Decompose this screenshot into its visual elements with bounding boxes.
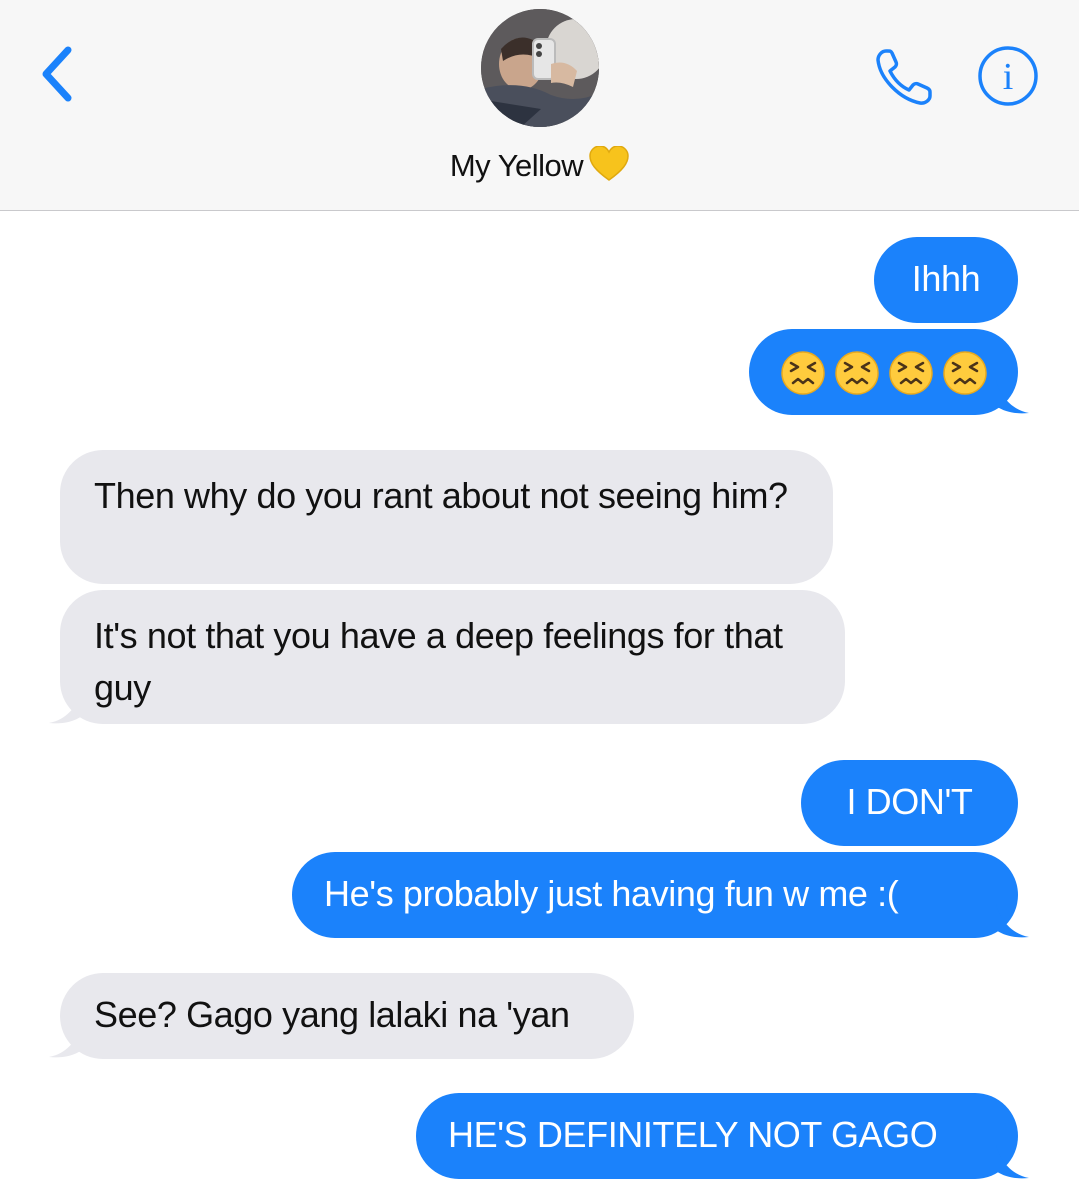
message-bubble-received[interactable]: It's not that you have a deep feelings f…	[60, 590, 845, 724]
contact-name[interactable]: My Yellow	[0, 145, 1079, 190]
message-text: Then why do you rant about not seeing hi…	[94, 475, 788, 516]
message-bubble-sent[interactable]: He's probably just having fun w me :(	[292, 852, 1018, 938]
back-button[interactable]	[34, 42, 84, 106]
message-text: He's probably just having fun w me :(	[324, 873, 899, 914]
persevering-face-icon	[780, 350, 990, 410]
bubble-tail	[996, 904, 1029, 938]
chevron-left-icon	[42, 46, 72, 102]
message-text: See? Gago yang lalaki na 'yan	[94, 994, 570, 1035]
info-button[interactable]: i	[977, 45, 1039, 107]
message-bubble-sent[interactable]: Ihhh	[874, 237, 1018, 323]
bubble-tail	[49, 1024, 82, 1058]
bubble-tail	[49, 690, 82, 724]
message-text: I DON'T	[846, 781, 973, 822]
contact-avatar[interactable]	[481, 9, 599, 127]
message-bubble-received[interactable]: See? Gago yang lalaki na 'yan	[60, 973, 634, 1059]
avatar-photo	[481, 9, 599, 127]
bubble-tail	[996, 380, 1029, 414]
message-text: HE'S DEFINITELY NOT GAGO	[448, 1114, 938, 1155]
message-text: It's not that you have a deep feelings f…	[94, 615, 783, 708]
message-text: Ihhh	[911, 258, 981, 299]
yellow-heart-icon	[589, 145, 629, 190]
message-bubble-received[interactable]: Then why do you rant about not seeing hi…	[60, 450, 833, 584]
conversation-header: My Yellow i	[0, 0, 1079, 211]
phone-icon	[876, 49, 932, 105]
message-bubble-sent[interactable]: HE'S DEFINITELY NOT GAGO	[416, 1093, 1018, 1179]
call-button[interactable]	[872, 47, 936, 109]
info-icon: i	[978, 46, 1038, 106]
message-bubble-sent[interactable]	[749, 329, 1018, 415]
svg-text:i: i	[1003, 56, 1014, 98]
message-bubble-sent[interactable]: I DON'T	[801, 760, 1018, 846]
bubble-tail	[996, 1145, 1029, 1179]
